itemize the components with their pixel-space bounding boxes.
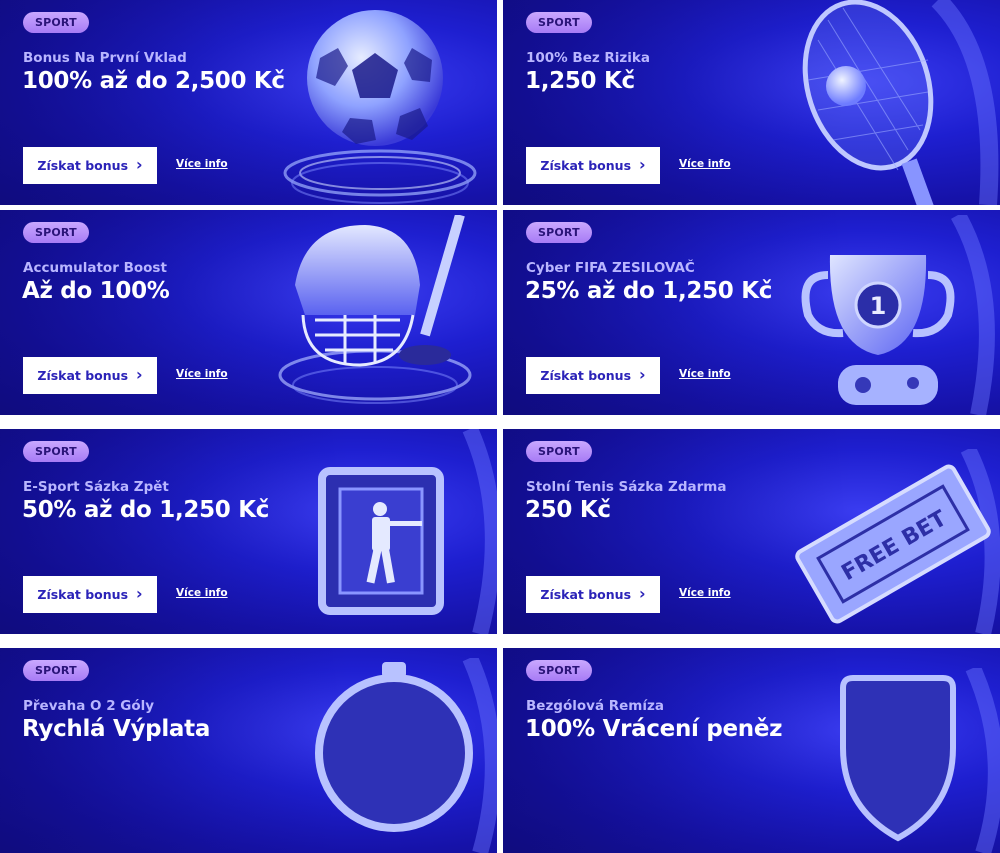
more-info-link[interactable]: Více info bbox=[176, 368, 228, 380]
promo-card-goalless-draw[interactable]: SPORT Bezgólová Remíza 100% Vrácení peně… bbox=[503, 648, 1000, 853]
trophy-gamepad-icon: 1 bbox=[801, 215, 995, 415]
more-info-link[interactable]: Více info bbox=[176, 158, 228, 170]
promo-subtitle: Převaha O 2 Góly bbox=[23, 698, 155, 714]
promo-card-cyber-fifa[interactable]: 1 SPORT Cyber FIFA ZESILOVAČ 25% až do 1… bbox=[503, 210, 1000, 415]
sport-badge: SPORT bbox=[526, 441, 592, 462]
get-bonus-label: Získat bonus bbox=[37, 587, 129, 602]
promo-subtitle: 100% Bez Rizika bbox=[526, 50, 651, 66]
sport-badge: SPORT bbox=[23, 441, 89, 462]
chevron-right-icon: › bbox=[639, 584, 646, 603]
promo-subtitle: Accumulator Boost bbox=[23, 260, 167, 276]
get-bonus-button[interactable]: Získat bonus › bbox=[23, 357, 157, 394]
more-info-link[interactable]: Více info bbox=[679, 587, 731, 599]
promo-amount: Až do 100% bbox=[22, 278, 170, 304]
get-bonus-button[interactable]: Získat bonus › bbox=[23, 147, 157, 184]
chevron-right-icon: › bbox=[136, 584, 143, 603]
more-info-link[interactable]: Více info bbox=[176, 587, 228, 599]
get-bonus-button[interactable]: Získat bonus › bbox=[526, 357, 660, 394]
promo-subtitle: Bezgólová Remíza bbox=[526, 698, 664, 714]
sport-badge: SPORT bbox=[23, 12, 89, 33]
get-bonus-button[interactable]: Získat bonus › bbox=[23, 576, 157, 613]
esport-soldier-icon bbox=[318, 429, 497, 634]
free-bet-ticket-icon: FREE BET bbox=[795, 449, 1000, 634]
sport-badge: SPORT bbox=[23, 660, 89, 681]
promo-amount: 50% až do 1,250 Kč bbox=[22, 497, 270, 523]
get-bonus-label: Získat bonus bbox=[540, 368, 632, 383]
promo-amount: 100% až do 2,500 Kč bbox=[22, 68, 285, 94]
sport-badge: SPORT bbox=[526, 12, 592, 33]
tennis-racket-icon bbox=[802, 0, 999, 205]
promo-amount: 1,250 Kč bbox=[525, 68, 635, 94]
promo-subtitle: Stolní Tenis Sázka Zdarma bbox=[526, 479, 727, 495]
soccer-ball-icon bbox=[283, 10, 477, 204]
promotions-grid: SPORT Bonus Na První Vklad 100% až do 2,… bbox=[0, 0, 1000, 853]
more-info-link[interactable]: Více info bbox=[679, 368, 731, 380]
shield-icon bbox=[840, 668, 1000, 853]
chevron-right-icon: › bbox=[136, 155, 143, 174]
promo-subtitle: Bonus Na První Vklad bbox=[23, 50, 187, 66]
get-bonus-button[interactable]: Získat bonus › bbox=[526, 576, 660, 613]
promo-card-first-deposit[interactable]: SPORT Bonus Na První Vklad 100% až do 2,… bbox=[0, 0, 497, 205]
promo-card-no-risk[interactable]: SPORT 100% Bez Rizika 1,250 Kč Získat bo… bbox=[503, 0, 1000, 205]
promo-amount: Rychlá Výplata bbox=[22, 716, 211, 742]
promo-amount: 100% Vrácení peněz bbox=[525, 716, 783, 742]
promo-amount: 25% až do 1,250 Kč bbox=[525, 278, 773, 304]
chevron-right-icon: › bbox=[136, 365, 143, 384]
get-bonus-button[interactable]: Získat bonus › bbox=[526, 147, 660, 184]
get-bonus-label: Získat bonus bbox=[540, 158, 632, 173]
sport-badge: SPORT bbox=[23, 222, 89, 243]
promo-card-two-goal-lead[interactable]: SPORT Převaha O 2 Góly Rychlá Výplata bbox=[0, 648, 497, 853]
promo-card-esport-cashback[interactable]: SPORT E-Sport Sázka Zpět 50% až do 1,250… bbox=[0, 429, 497, 634]
get-bonus-label: Získat bonus bbox=[37, 158, 129, 173]
promo-card-table-tennis-free-bet[interactable]: FREE BET SPORT Stolní Tenis Sázka Zdarma… bbox=[503, 429, 1000, 634]
promo-card-accumulator-boost[interactable]: SPORT Accumulator Boost Až do 100% Získa… bbox=[0, 210, 497, 415]
promo-amount: 250 Kč bbox=[525, 497, 611, 523]
promo-subtitle: E-Sport Sázka Zpět bbox=[23, 479, 169, 495]
sport-badge: SPORT bbox=[526, 660, 592, 681]
hockey-helmet-icon bbox=[278, 215, 472, 404]
trophy-number: 1 bbox=[870, 292, 887, 320]
get-bonus-label: Získat bonus bbox=[540, 587, 632, 602]
sport-badge: SPORT bbox=[526, 222, 592, 243]
chevron-right-icon: › bbox=[639, 155, 646, 174]
chevron-right-icon: › bbox=[639, 365, 646, 384]
more-info-link[interactable]: Více info bbox=[679, 158, 731, 170]
promo-subtitle: Cyber FIFA ZESILOVAČ bbox=[526, 260, 695, 276]
get-bonus-label: Získat bonus bbox=[37, 368, 129, 383]
stopwatch-icon bbox=[315, 658, 497, 853]
